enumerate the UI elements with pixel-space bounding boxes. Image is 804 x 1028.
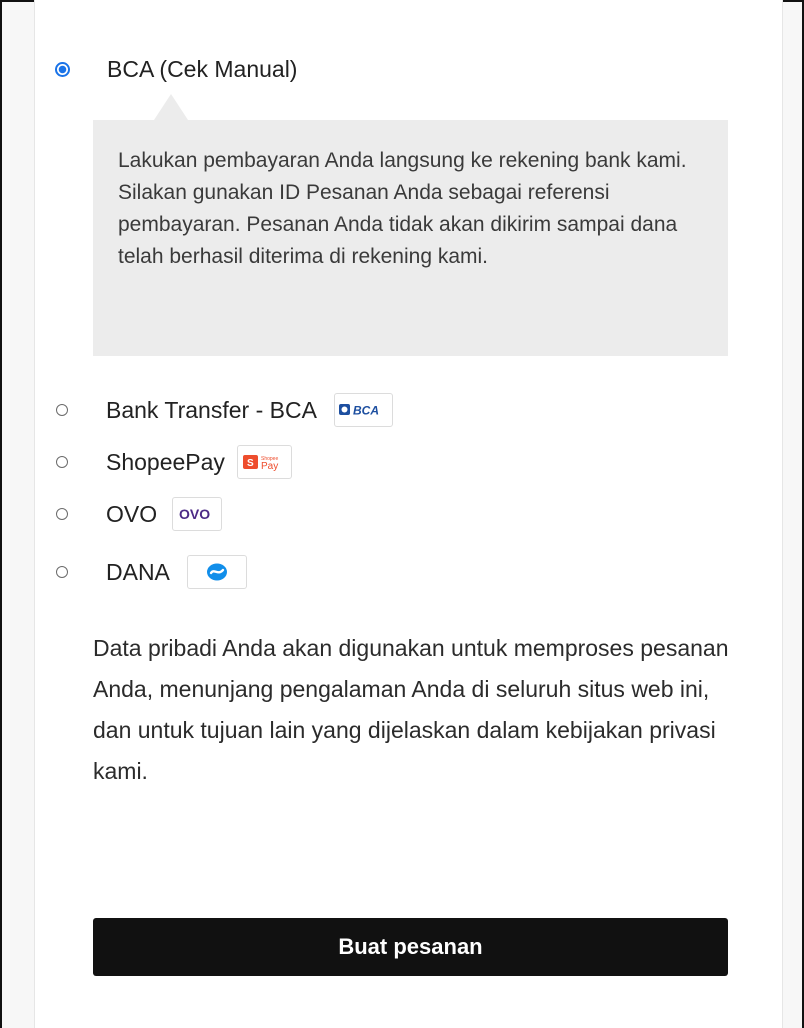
bca-logo-icon: BCA xyxy=(333,393,393,427)
radio-bca-manual[interactable] xyxy=(55,61,70,77)
bca-logo-text: BCA xyxy=(353,404,379,418)
payment-method-shopeepay[interactable]: ShopeePay S Shopee Pay xyxy=(56,443,292,481)
payment-description: Lakukan pembayaran Anda langsung ke reke… xyxy=(93,120,728,356)
payment-description-text: Lakukan pembayaran Anda langsung ke reke… xyxy=(118,149,687,268)
radio-bank-transfer-bca[interactable] xyxy=(56,404,68,416)
dana-logo-icon xyxy=(186,555,247,589)
payment-method-dana[interactable]: DANA xyxy=(56,553,247,591)
payment-method-ovo[interactable]: OVO OVO xyxy=(56,495,223,533)
privacy-notice: Data pribadi Anda akan digunakan untuk m… xyxy=(93,628,753,792)
radio-shopeepay[interactable] xyxy=(56,456,68,468)
payment-method-label: BCA (Cek Manual) xyxy=(107,55,298,82)
radio-ovo[interactable] xyxy=(56,508,68,520)
description-pointer xyxy=(154,94,188,120)
ovo-logo-icon: OVO xyxy=(172,497,223,531)
place-order-button[interactable]: Buat pesanan xyxy=(93,918,728,976)
svg-text:S: S xyxy=(247,458,254,469)
shopeepay-logo-icon: S Shopee Pay xyxy=(236,445,292,479)
payment-method-bank-transfer-bca[interactable]: Bank Transfer - BCA BCA xyxy=(56,391,393,429)
privacy-notice-text: Data pribadi Anda akan digunakan untuk m… xyxy=(93,635,729,784)
ovo-logo-text: OVO xyxy=(179,506,210,522)
radio-dana[interactable] xyxy=(56,566,68,578)
payment-method-label: OVO xyxy=(106,500,158,527)
payment-method-bca-manual[interactable]: BCA (Cek Manual) xyxy=(55,53,298,85)
payment-method-label: ShopeePay xyxy=(106,448,225,475)
payment-method-label: Bank Transfer - BCA xyxy=(106,396,317,423)
payment-method-label: DANA xyxy=(106,558,170,585)
shopeepay-logo-text: Pay xyxy=(261,461,278,472)
